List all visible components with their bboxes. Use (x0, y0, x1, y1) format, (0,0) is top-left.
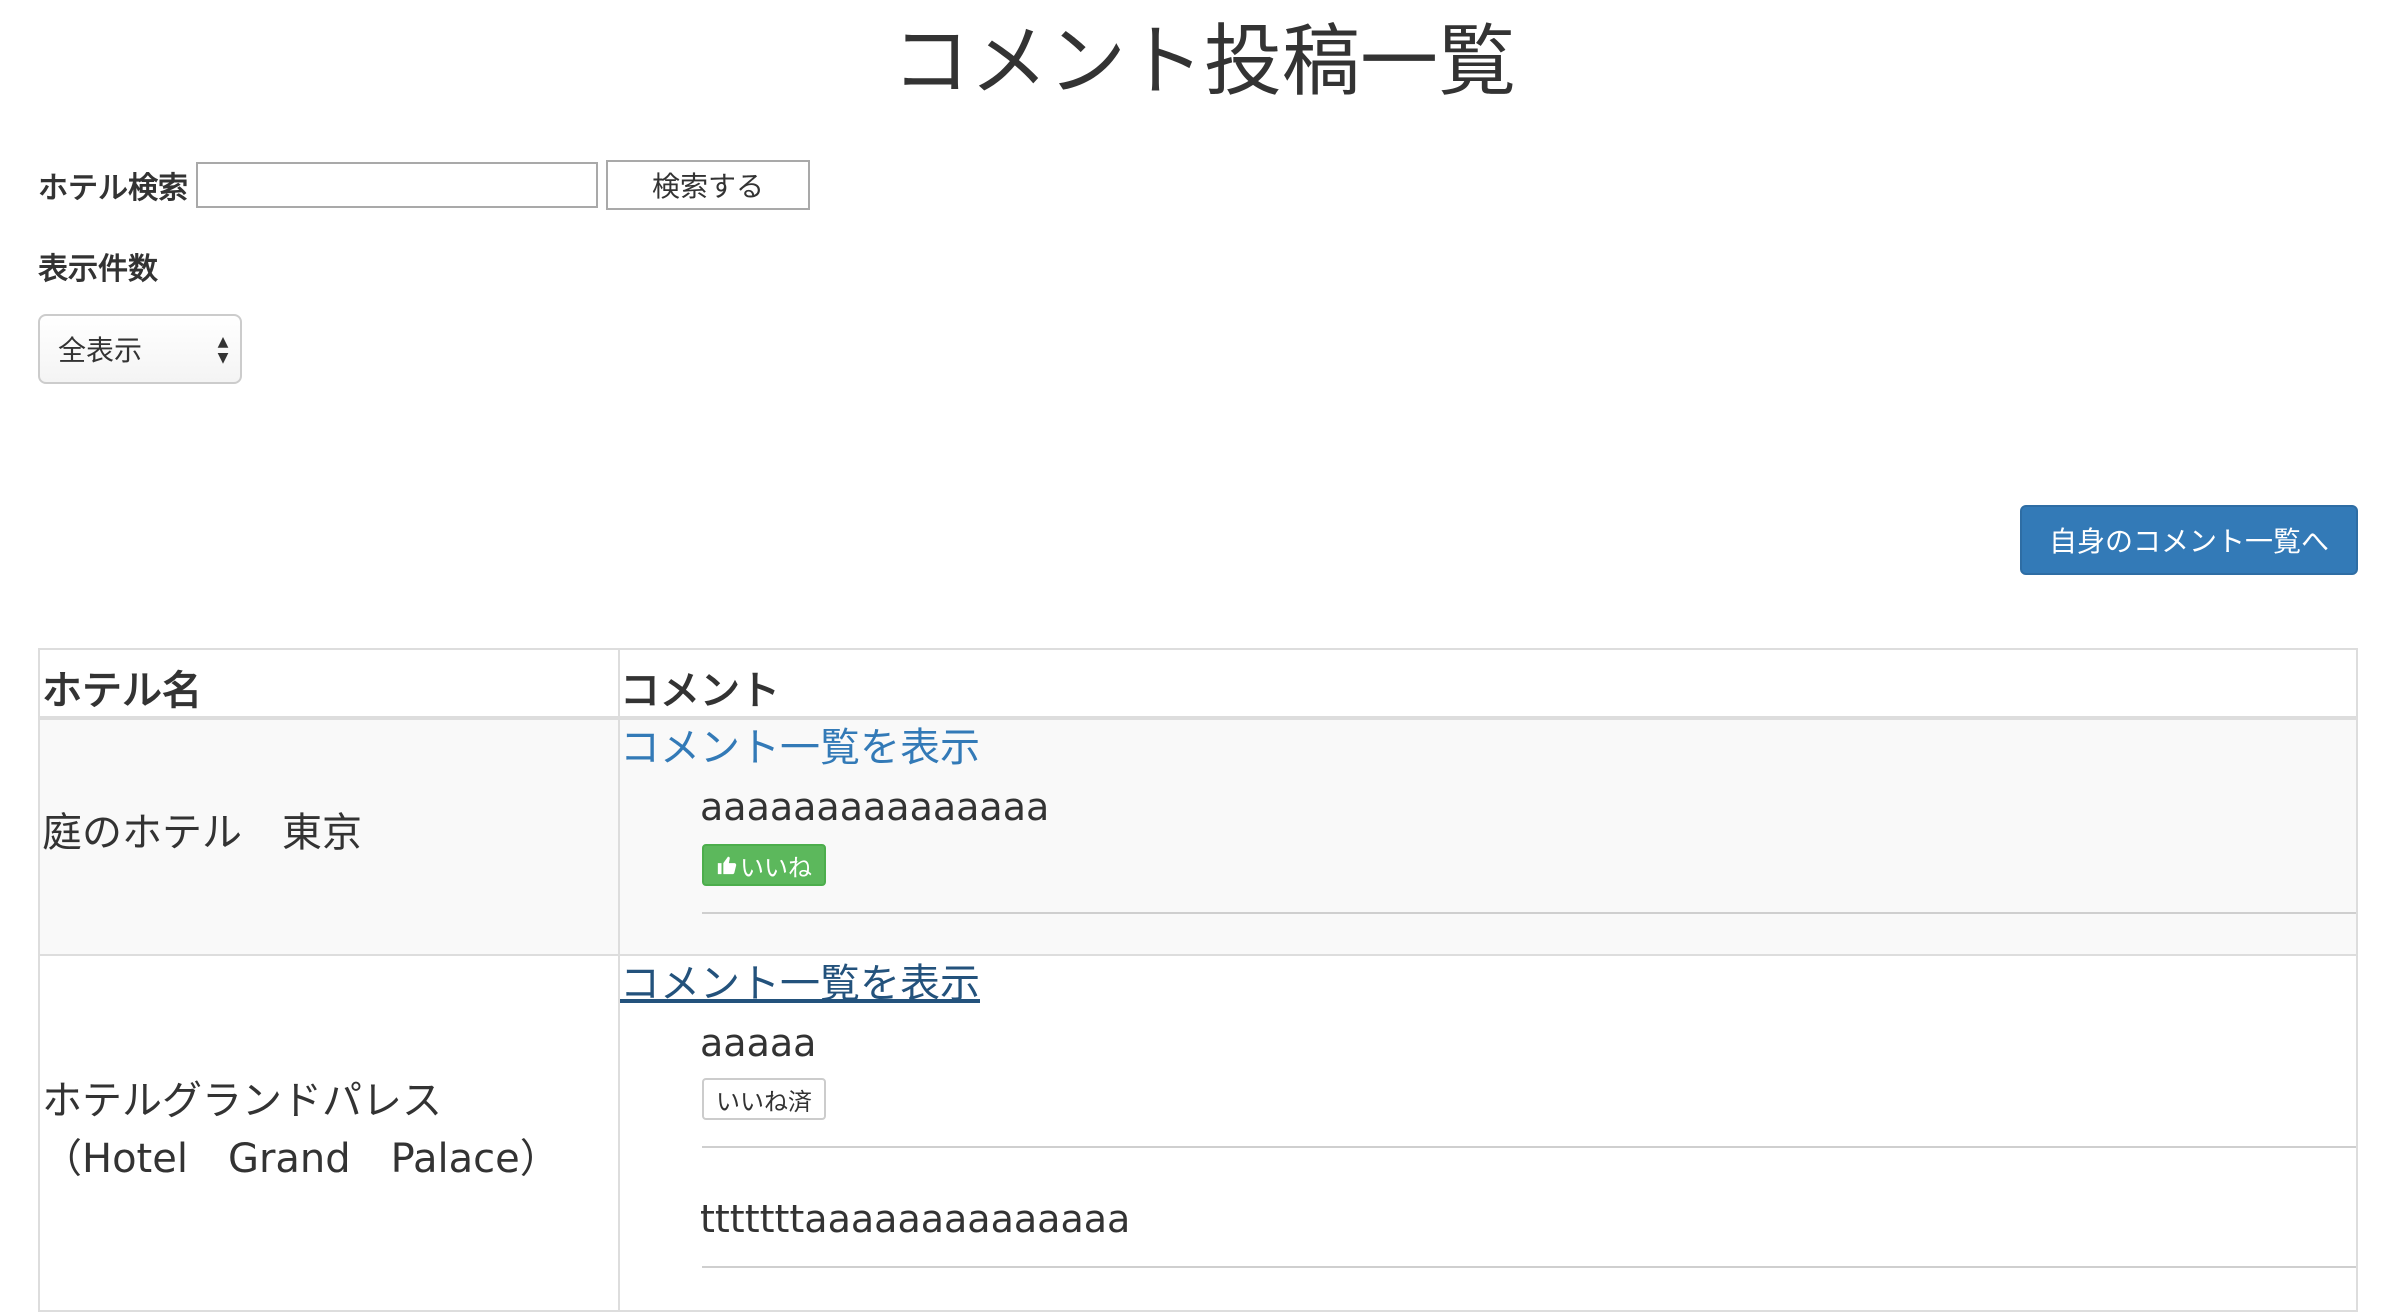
display-count-select[interactable]: 全表示 ▲ ▼ (38, 314, 242, 384)
table-row: ホテルグランドパレス （Hotel Grand Palace） コメント一覧を表… (40, 956, 2356, 1310)
comment-text: aaaaa (700, 1021, 817, 1065)
hotel-search-label: ホテル検索 (38, 171, 188, 206)
column-divider (618, 650, 620, 1310)
comment-divider (702, 1266, 2356, 1268)
display-count-selected-value: 全表示 (58, 334, 143, 367)
display-count-label: 表示件数 (38, 252, 158, 287)
like-button[interactable]: いいね (702, 844, 826, 886)
show-comments-link[interactable]: コメント一覧を表示 (620, 958, 980, 1010)
page-title: コメント投稿一覧 (891, 17, 1516, 107)
show-comments-link[interactable]: コメント一覧を表示 (620, 722, 980, 774)
comment-text: aaaaaaaaaaaaaaa (700, 785, 1050, 829)
my-comments-button[interactable]: 自身のコメント一覧へ (2020, 505, 2358, 575)
hotel-search-input[interactable] (196, 162, 598, 208)
comment-divider (702, 912, 2356, 914)
column-header-hotel: ホテル名 (42, 668, 202, 714)
comment-text: tttttttaaaaaaaaaaaaaa (700, 1197, 1131, 1241)
select-arrows-icon: ▲ ▼ (217, 334, 229, 366)
search-button[interactable]: 検索する (606, 160, 810, 210)
thumbs-up-icon (717, 856, 737, 875)
hotel-name-line-2: （Hotel Grand Palace） (42, 1136, 560, 1182)
hotel-name: ホテルグランドパレス （Hotel Grand Palace） (42, 1072, 560, 1188)
table-header-row: ホテル名 コメント (40, 650, 2356, 720)
column-header-comment: コメント (620, 668, 780, 714)
liked-button[interactable]: いいね済 (702, 1078, 826, 1120)
hotel-search-form: ホテル検索 検索する (38, 160, 810, 210)
hotel-name: 庭のホテル 東京 (42, 810, 362, 856)
table-row: 庭のホテル 東京 コメント一覧を表示 aaaaaaaaaaaaaaa いいね (40, 720, 2356, 956)
comment-divider (702, 1146, 2356, 1148)
comments-table: ホテル名 コメント 庭のホテル 東京 コメント一覧を表示 aaaaaaaaaaa… (38, 648, 2358, 1312)
like-button-label: いいね (740, 853, 812, 882)
hotel-name-line-1: ホテルグランドパレス (42, 1078, 442, 1124)
